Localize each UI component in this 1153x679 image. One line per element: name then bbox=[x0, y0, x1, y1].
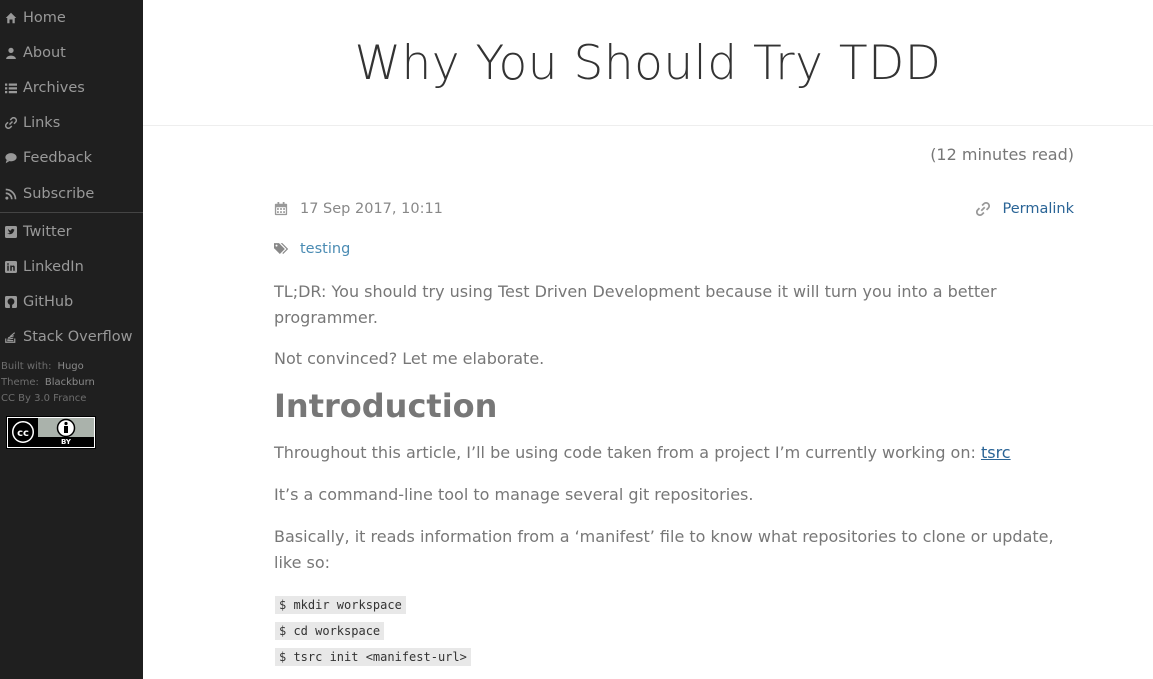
sidebar-item-label: Stack Overflow bbox=[23, 329, 133, 346]
twitter-icon bbox=[4, 225, 18, 239]
paragraph-cli: It’s a command-line tool to manage sever… bbox=[274, 485, 754, 504]
code-line: $ tsrc init <manifest-url> bbox=[275, 648, 471, 666]
tag-link-testing[interactable]: testing bbox=[300, 241, 350, 257]
cc-logo-icon: cc bbox=[8, 417, 38, 447]
sidebar: Home About Archives Links Feedback Subsc… bbox=[0, 0, 143, 679]
date-text: 17 Sep 2017, 10:11 bbox=[300, 201, 443, 217]
sidebar-item-links[interactable]: Links bbox=[0, 106, 143, 141]
paragraph-intro: Throughout this article, I’ll be using c… bbox=[274, 440, 1074, 466]
home-icon bbox=[4, 11, 18, 25]
sidebar-item-github[interactable]: GitHub bbox=[0, 285, 143, 320]
sidebar-item-label: LinkedIn bbox=[23, 258, 84, 275]
sidebar-item-linkedin[interactable]: LinkedIn bbox=[0, 249, 143, 284]
paragraph-elaborate: Not convinced? Let me elaborate. bbox=[274, 349, 545, 368]
sidebar-item-label: Subscribe bbox=[23, 185, 95, 202]
svg-text:cc: cc bbox=[17, 428, 29, 439]
github-icon bbox=[4, 295, 18, 309]
linkedin-icon bbox=[4, 260, 18, 274]
page-title: Why You Should Try TDD bbox=[354, 36, 942, 91]
comment-icon bbox=[4, 151, 18, 165]
read-time: (12 minutes read) bbox=[930, 145, 1074, 164]
rss-icon bbox=[4, 187, 18, 201]
sidebar-item-twitter[interactable]: Twitter bbox=[0, 214, 143, 249]
link-icon bbox=[976, 202, 991, 216]
sidebar-item-label: Archives bbox=[23, 79, 85, 96]
user-icon bbox=[4, 46, 18, 60]
sidebar-item-home[interactable]: Home bbox=[0, 0, 143, 35]
sidebar-item-feedback[interactable]: Feedback bbox=[0, 141, 143, 176]
post-meta: 17 Sep 2017, 10:11 Permalink bbox=[274, 201, 1074, 221]
built-with-label: Built with: bbox=[1, 360, 52, 372]
theme-value[interactable]: Blackburn bbox=[45, 377, 95, 388]
tsrc-link[interactable]: tsrc bbox=[981, 443, 1011, 462]
tags-icon bbox=[274, 243, 289, 254]
cc-by-label: BY bbox=[38, 436, 94, 447]
sidebar-item-about[interactable]: About bbox=[0, 35, 143, 70]
theme-line: Theme: Blackburn bbox=[1, 375, 143, 391]
built-with-value[interactable]: Hugo bbox=[57, 361, 83, 372]
built-with-line: Built with: Hugo bbox=[1, 359, 143, 375]
paragraph-manifest: Basically, it reads information from a ‘… bbox=[274, 527, 1054, 572]
sidebar-divider bbox=[0, 212, 143, 214]
sidebar-item-stack-overflow[interactable]: Stack Overflow bbox=[0, 320, 143, 355]
permalink-label: Permalink bbox=[1002, 201, 1074, 217]
sidebar-nav: Home About Archives Links Feedback Subsc… bbox=[0, 0, 143, 211]
code-line: $ cd workspace bbox=[275, 622, 385, 640]
post-tags: testing bbox=[274, 241, 350, 257]
calendar-icon bbox=[274, 202, 288, 216]
code-line: $ mkdir workspace bbox=[275, 596, 406, 614]
sidebar-credits: Built with: Hugo Theme: Blackburn CC By 3.… bbox=[0, 355, 143, 407]
sidebar-item-label: GitHub bbox=[23, 294, 74, 311]
theme-label: Theme: bbox=[1, 376, 39, 388]
stack-overflow-icon bbox=[4, 330, 18, 344]
post-date: 17 Sep 2017, 10:11 bbox=[274, 201, 443, 217]
sidebar-item-label: Twitter bbox=[23, 223, 72, 240]
paragraph-intro-text: Throughout this article, I’ll be using c… bbox=[274, 443, 981, 462]
permalink-link[interactable]: Permalink bbox=[976, 201, 1074, 217]
sidebar-social: Twitter LinkedIn GitHub Stack Overflow bbox=[0, 214, 143, 355]
main-content: Why You Should Try TDD (12 minutes read)… bbox=[143, 0, 1153, 679]
cc-license-badge[interactable]: cc BY bbox=[6, 415, 96, 449]
sidebar-item-subscribe[interactable]: Subscribe bbox=[0, 176, 143, 211]
post-header: Why You Should Try TDD bbox=[143, 0, 1153, 126]
sidebar-item-label: About bbox=[23, 44, 66, 61]
paragraph-tldr: TL;DR: You should try using Test Driven … bbox=[274, 282, 997, 327]
sidebar-item-archives[interactable]: Archives bbox=[0, 70, 143, 105]
license-text[interactable]: CC By 3.0 France bbox=[1, 391, 143, 407]
sidebar-item-label: Feedback bbox=[23, 150, 93, 167]
sidebar-item-label: Home bbox=[23, 9, 66, 26]
sidebar-item-label: Links bbox=[23, 115, 61, 132]
link-icon bbox=[4, 116, 18, 130]
section-heading-introduction: Introduction bbox=[274, 387, 498, 425]
list-icon bbox=[4, 81, 18, 95]
